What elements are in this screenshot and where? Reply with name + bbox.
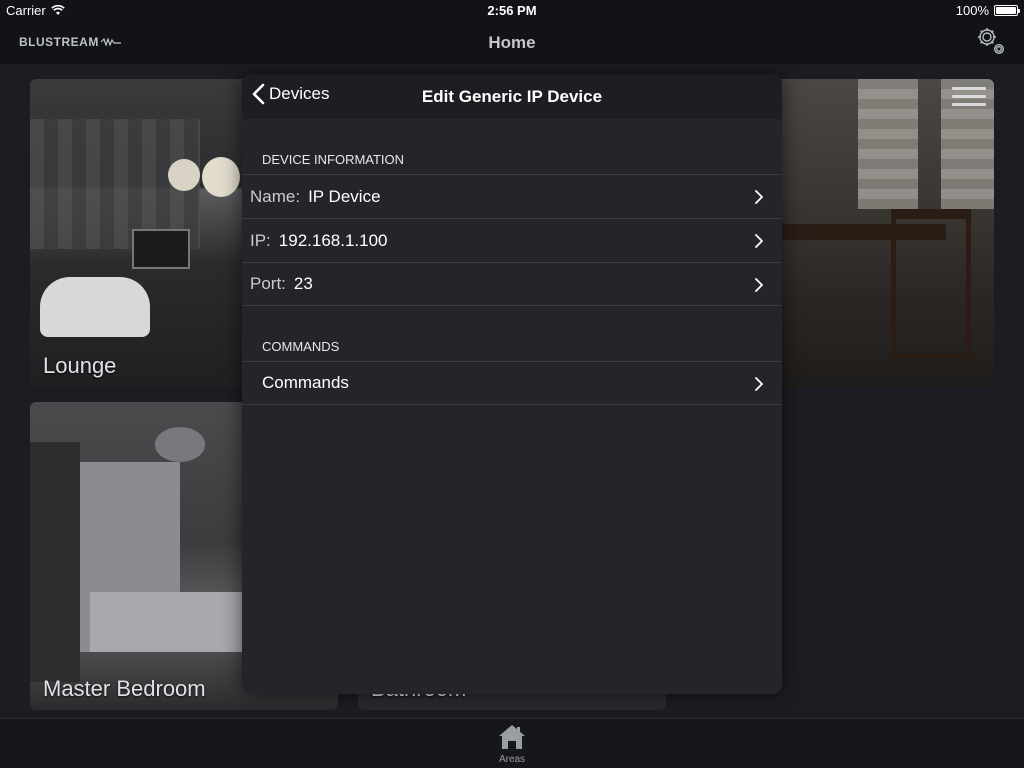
curtain-decor — [30, 442, 80, 682]
ip-label: IP: — [250, 230, 271, 250]
name-row[interactable]: Name: IP Device — [242, 174, 782, 218]
name-label: Name: — [250, 186, 301, 206]
battery-icon — [994, 5, 1020, 16]
window-decor — [858, 79, 918, 209]
status-time: 2:56 PM — [487, 3, 537, 18]
port-row[interactable]: Port: 23 — [242, 262, 782, 306]
area-label: Lounge — [43, 353, 117, 378]
modal-title: Edit Generic IP Device — [421, 87, 603, 106]
status-bar: Carrier 2:56 PM 100% — [0, 0, 1024, 20]
commands-row[interactable]: Commands — [242, 361, 782, 405]
modal-header: Devices Edit Generic IP Device — [242, 74, 782, 119]
port-value: 23 — [293, 274, 313, 293]
battery-percent: 100% — [955, 3, 989, 18]
port-label: Port: — [250, 274, 286, 293]
chair-decor — [891, 209, 971, 359]
battery-fill — [996, 7, 1016, 14]
tab-bar: Areas — [0, 718, 1024, 768]
section-header-commands: COMMANDS — [262, 339, 340, 354]
chevron-right-icon — [755, 278, 763, 292]
menu-icon[interactable] — [952, 87, 986, 111]
edit-device-modal: Devices Edit Generic IP Device DEVICE IN… — [242, 74, 782, 694]
gear-icon[interactable] — [976, 26, 1006, 56]
page-title: Home — [488, 33, 536, 52]
section-header-device-information: DEVICE INFORMATION — [262, 152, 405, 167]
chevron-right-icon — [755, 190, 763, 204]
pendant-lamp-decor — [168, 159, 200, 191]
nav-bar: BLUSTREAM Home — [0, 20, 1024, 64]
name-value: IP Device — [308, 186, 381, 206]
tab-label: Areas — [498, 754, 526, 765]
tab-areas[interactable]: Areas — [490, 723, 534, 767]
ip-row[interactable]: IP: 192.168.1.100 — [242, 218, 782, 262]
house-icon — [499, 725, 525, 749]
area-label: Master Bedroom — [43, 676, 206, 701]
ip-value: 192.168.1.100 — [278, 230, 388, 250]
chandelier-decor — [155, 427, 205, 462]
chair-decor — [40, 277, 150, 337]
pendant-lamp-decor — [202, 157, 240, 197]
battery-indicator: 100% — [955, 3, 1020, 18]
commands-label: Commands — [262, 373, 349, 392]
tv-decor — [132, 229, 190, 269]
chevron-right-icon — [755, 234, 763, 248]
chevron-right-icon — [755, 377, 763, 391]
